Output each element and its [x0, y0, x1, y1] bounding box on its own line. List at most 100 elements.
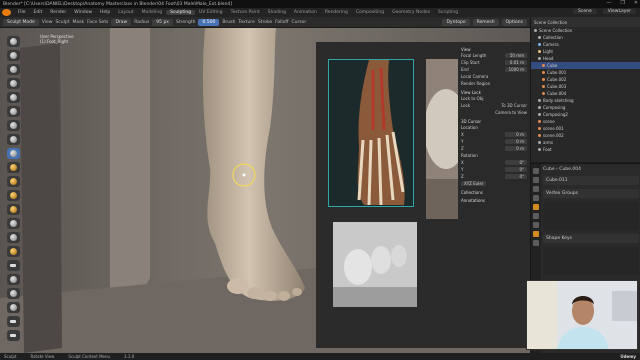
mesh-name-field[interactable]: Cube.011 — [543, 176, 639, 185]
crease-tool[interactable] — [6, 148, 20, 159]
tab-sculpting[interactable]: Sculpting — [166, 10, 196, 15]
cursor-dropdown[interactable]: Cursor — [291, 20, 306, 25]
outliner-item[interactable]: Composing2 — [531, 111, 640, 118]
render-region-checkbox[interactable]: Render Region — [461, 81, 490, 86]
maximize-button[interactable]: ❐ — [620, 0, 624, 6]
dyntopo-dropdown[interactable]: Dyntopo — [442, 18, 470, 26]
menu-file[interactable]: File — [14, 10, 30, 15]
tab-shading[interactable]: Shading — [264, 10, 290, 15]
tab-animation[interactable]: Animation — [290, 10, 321, 15]
outliner-item[interactable]: scene — [531, 118, 640, 125]
menu-view[interactable]: View — [42, 20, 53, 25]
focal-length-field[interactable]: 50 mm — [505, 53, 527, 58]
outliner-item[interactable]: Light — [531, 48, 640, 55]
outliner-item[interactable]: Cube.004 — [531, 90, 640, 97]
3d-viewport[interactable]: User Perspective (1) Foot_Right View Foc… — [0, 28, 530, 353]
options-dropdown[interactable]: Options — [501, 18, 527, 26]
smooth-tool[interactable] — [6, 162, 20, 173]
clay-strips-tool[interactable] — [6, 78, 20, 89]
clip-start-field[interactable]: 0.01 m — [505, 60, 527, 65]
object-tab-icon[interactable] — [533, 204, 539, 210]
tab-rendering[interactable]: Rendering — [321, 10, 352, 15]
clay-tool[interactable] — [6, 64, 20, 75]
outliner-item[interactable]: Body sketching — [531, 97, 640, 104]
inflate-tool[interactable] — [6, 120, 20, 131]
rotation-x-field[interactable]: 0° — [505, 160, 527, 165]
tool-tab-icon[interactable] — [533, 168, 539, 174]
output-tab-icon[interactable] — [533, 186, 539, 192]
menu-render[interactable]: Render — [46, 10, 70, 15]
tab-compositing[interactable]: Compositing — [352, 10, 388, 15]
outliner-item[interactable]: Foot — [531, 146, 640, 153]
menu-sculpt[interactable]: Sculpt — [55, 20, 69, 25]
outliner-item[interactable]: Cube.001 — [531, 69, 640, 76]
shape-keys-panel[interactable]: Shape Keys — [543, 234, 639, 243]
reference-foot-anatomy-image[interactable] — [328, 59, 414, 207]
clip-end-field[interactable]: 1000 m — [505, 67, 527, 72]
shape-keys-list[interactable] — [543, 247, 639, 275]
location-z-field[interactable]: 0 m — [505, 146, 527, 151]
location-x-field[interactable]: 0 m — [505, 132, 527, 137]
camera-to-view-checkbox[interactable]: Camera to View — [495, 110, 527, 115]
render-tab-icon[interactable] — [533, 177, 539, 183]
blender-logo-icon[interactable] — [2, 9, 11, 16]
flatten-tool[interactable] — [6, 176, 20, 187]
mesh-filter-tool[interactable] — [6, 302, 20, 313]
to-3d-cursor-checkbox[interactable]: To 3D Cursor — [501, 103, 527, 108]
scene-tab-icon[interactable] — [533, 195, 539, 201]
strength-field[interactable]: 0.500 — [198, 18, 220, 26]
view-layer-selector[interactable]: ViewLayer — [602, 9, 636, 14]
draw-brush-tool[interactable] — [6, 36, 20, 47]
mesh-data-tab-icon[interactable] — [533, 231, 539, 237]
rotation-z-field[interactable]: 0° — [505, 174, 527, 179]
location-y-field[interactable]: 0 m — [505, 139, 527, 144]
falloff-dropdown[interactable]: Falloff — [275, 20, 288, 25]
brush-selector[interactable]: Draw — [111, 18, 132, 26]
outliner-item[interactable]: Scene Collection — [531, 27, 640, 34]
outliner-item[interactable]: Collection — [531, 34, 640, 41]
outliner-item[interactable]: Cube — [531, 62, 640, 69]
layer-tool[interactable] — [6, 106, 20, 117]
draw-sharp-tool[interactable] — [6, 50, 20, 61]
outliner-item[interactable]: Cube.002 — [531, 76, 640, 83]
tab-uv-editing[interactable]: UV Editing — [195, 10, 226, 15]
menu-help[interactable]: Help — [96, 10, 114, 15]
radius-field[interactable]: 95 px — [152, 18, 173, 26]
tab-layout[interactable]: Layout — [114, 10, 137, 15]
scene-selector[interactable]: Scene — [573, 9, 597, 14]
blob-tool[interactable] — [6, 134, 20, 145]
texture-dropdown[interactable]: Texture — [238, 20, 254, 25]
reference-marble-foot-image[interactable] — [333, 222, 417, 307]
face-set-tool[interactable] — [6, 288, 20, 299]
box-mask-tool[interactable] — [6, 274, 20, 285]
pinch-tool[interactable] — [6, 232, 20, 243]
outliner-item[interactable]: scene.001 — [531, 125, 640, 132]
menu-face-sets[interactable]: Face Sets — [87, 20, 108, 25]
vertex-groups-list[interactable] — [543, 202, 639, 230]
annotations-header[interactable]: Annotations — [461, 198, 527, 203]
stroke-dropdown[interactable]: Stroke — [258, 20, 272, 25]
mask-tool[interactable] — [6, 260, 20, 271]
collections-header[interactable]: Collections — [461, 190, 527, 195]
grab-tool[interactable] — [6, 246, 20, 257]
material-tab-icon[interactable] — [533, 240, 539, 246]
tab-geometry-nodes[interactable]: Geometry Nodes — [388, 10, 434, 15]
outliner-item[interactable]: Composing — [531, 104, 640, 111]
outliner-item[interactable]: Head — [531, 55, 640, 62]
minimize-button[interactable]: — — [606, 0, 611, 6]
rotation-y-field[interactable]: 0° — [505, 167, 527, 172]
mode-selector[interactable]: Sculpt Mode — [3, 18, 39, 26]
rotation-mode-select[interactable]: XYZ Euler — [461, 181, 487, 186]
outliner-item[interactable]: scene.002 — [531, 132, 640, 139]
tab-scripting[interactable]: Scripting — [434, 10, 462, 15]
outliner-item[interactable]: Cube.003 — [531, 83, 640, 90]
annotate-tool[interactable] — [6, 330, 20, 341]
close-button[interactable]: ✕ — [634, 0, 638, 6]
menu-edit[interactable]: Edit — [30, 10, 47, 15]
modifier-tab-icon[interactable] — [533, 213, 539, 219]
vertex-groups-panel[interactable]: Vertex Groups — [543, 189, 639, 198]
tab-texture-paint[interactable]: Texture Paint — [227, 10, 264, 15]
remesh-dropdown[interactable]: Remesh — [472, 18, 499, 26]
clay-thumb-tool[interactable] — [6, 92, 20, 103]
tab-modeling[interactable]: Modeling — [138, 10, 166, 15]
